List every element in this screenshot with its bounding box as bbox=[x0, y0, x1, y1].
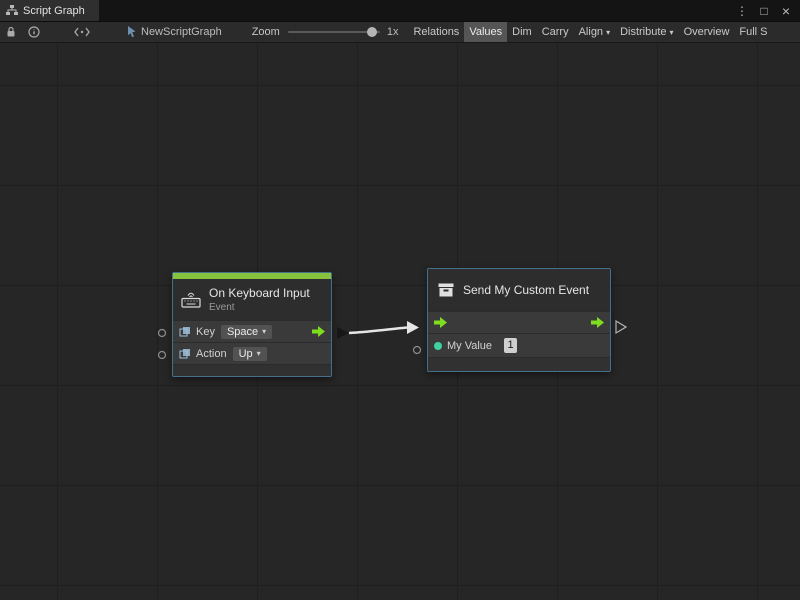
chevron-down-icon: ▾ bbox=[262, 327, 266, 336]
node-footer bbox=[428, 357, 610, 371]
toolbar-button-values[interactable]: Values bbox=[464, 22, 507, 42]
graph-toolbar: NewScriptGraph Zoom 1x Relations Values … bbox=[0, 21, 800, 43]
toolbar-button-fullscreen[interactable]: Full S bbox=[734, 22, 772, 42]
maximize-icon[interactable]: □ bbox=[756, 3, 772, 19]
info-icon[interactable] bbox=[28, 26, 40, 38]
zoom-slider[interactable] bbox=[288, 27, 380, 37]
tab-graph-icon bbox=[6, 5, 18, 16]
chevron-down-icon: ▾ bbox=[670, 28, 674, 37]
port-row-action: Action Up ▾ bbox=[173, 342, 331, 364]
flow-output-port[interactable] bbox=[591, 317, 604, 328]
input-port-circle[interactable] bbox=[159, 330, 166, 337]
keyboard-icon bbox=[181, 291, 201, 308]
node-title: On Keyboard Input bbox=[209, 286, 310, 300]
node-header[interactable]: On Keyboard Input Event bbox=[173, 279, 331, 320]
action-dropdown[interactable]: Up ▾ bbox=[233, 347, 267, 361]
variable-icon bbox=[179, 326, 191, 337]
port-label: Action bbox=[196, 348, 227, 360]
wire-arrowhead bbox=[407, 321, 419, 334]
button-label: Carry bbox=[542, 26, 569, 38]
wires-layer bbox=[0, 43, 800, 600]
titlebar: Script Graph ⋮ □ × bbox=[0, 0, 800, 21]
toolbar-button-align[interactable]: Align▾ bbox=[574, 22, 615, 42]
node-header-text: On Keyboard Input Event bbox=[209, 286, 310, 313]
tab-title: Script Graph bbox=[23, 5, 85, 17]
chevron-down-icon: ▾ bbox=[257, 349, 261, 358]
key-dropdown[interactable]: Space ▾ bbox=[221, 325, 272, 339]
toolbar-button-dim[interactable]: Dim bbox=[507, 22, 537, 42]
graph-asset[interactable]: NewScriptGraph bbox=[126, 26, 222, 38]
tab-script-graph[interactable]: Script Graph bbox=[0, 0, 99, 21]
toolbar-button-relations[interactable]: Relations bbox=[408, 22, 464, 42]
node-title: Send My Custom Event bbox=[463, 283, 589, 297]
graph-asset-name: NewScriptGraph bbox=[141, 26, 222, 38]
script-graph-window: Script Graph ⋮ □ × bbox=[0, 0, 800, 600]
unconnected-flow-triangle[interactable] bbox=[616, 321, 626, 333]
flow-row bbox=[428, 311, 610, 333]
port-row-my-value: My Value 1 bbox=[428, 333, 610, 357]
zoom-value: 1x bbox=[387, 26, 399, 38]
variable-icon bbox=[179, 348, 191, 359]
value-port-dot[interactable] bbox=[434, 342, 442, 350]
wire[interactable] bbox=[349, 328, 407, 334]
zoom-slider-handle[interactable] bbox=[367, 27, 377, 37]
node-header[interactable]: Send My Custom Event bbox=[428, 269, 610, 311]
flow-input-port[interactable] bbox=[434, 317, 447, 328]
port-label: Key bbox=[196, 326, 215, 338]
graph-canvas[interactable]: On Keyboard Input Event Key Space ▾ bbox=[0, 43, 800, 600]
button-label: Full S bbox=[739, 26, 767, 38]
node-send-my-custom-event[interactable]: Send My Custom Event My Value 1 bbox=[427, 268, 611, 372]
port-label: My Value bbox=[447, 340, 492, 352]
code-icon[interactable] bbox=[74, 27, 90, 37]
button-label: Overview bbox=[684, 26, 730, 38]
zoom-label: Zoom bbox=[252, 26, 280, 38]
node-on-keyboard-input[interactable]: On Keyboard Input Event Key Space ▾ bbox=[172, 272, 332, 377]
node-subtitle: Event bbox=[209, 302, 310, 313]
window-controls: ⋮ □ × bbox=[734, 0, 800, 21]
button-label: Relations bbox=[413, 26, 459, 38]
button-label: Dim bbox=[512, 26, 532, 38]
dropdown-value: Space bbox=[227, 326, 258, 338]
node-footer bbox=[173, 364, 331, 376]
lock-icon[interactable] bbox=[6, 26, 16, 38]
input-port-circle[interactable] bbox=[159, 352, 166, 359]
button-label: Align bbox=[579, 26, 603, 38]
wire-start-arrow bbox=[337, 327, 349, 339]
port-row-key: Key Space ▾ bbox=[173, 320, 331, 342]
toolbar-buttons: Relations Values Dim Carry Align▾ Distri… bbox=[408, 22, 772, 42]
flow-output-port[interactable] bbox=[312, 326, 325, 337]
toolbar-button-carry[interactable]: Carry bbox=[537, 22, 574, 42]
graph-asset-icon bbox=[126, 26, 137, 38]
value-input-field[interactable]: 1 bbox=[504, 338, 517, 353]
close-icon[interactable]: × bbox=[778, 3, 794, 19]
chevron-down-icon: ▾ bbox=[606, 28, 610, 37]
button-label: Values bbox=[469, 26, 502, 38]
event-box-icon bbox=[437, 282, 455, 298]
input-port-circle[interactable] bbox=[414, 347, 421, 354]
window-menu-icon[interactable]: ⋮ bbox=[734, 3, 750, 19]
dropdown-value: Up bbox=[239, 348, 253, 360]
toolbar-button-distribute[interactable]: Distribute ▾ bbox=[615, 22, 678, 42]
toolbar-button-overview[interactable]: Overview bbox=[679, 22, 735, 42]
button-label: Distribute bbox=[620, 26, 666, 38]
